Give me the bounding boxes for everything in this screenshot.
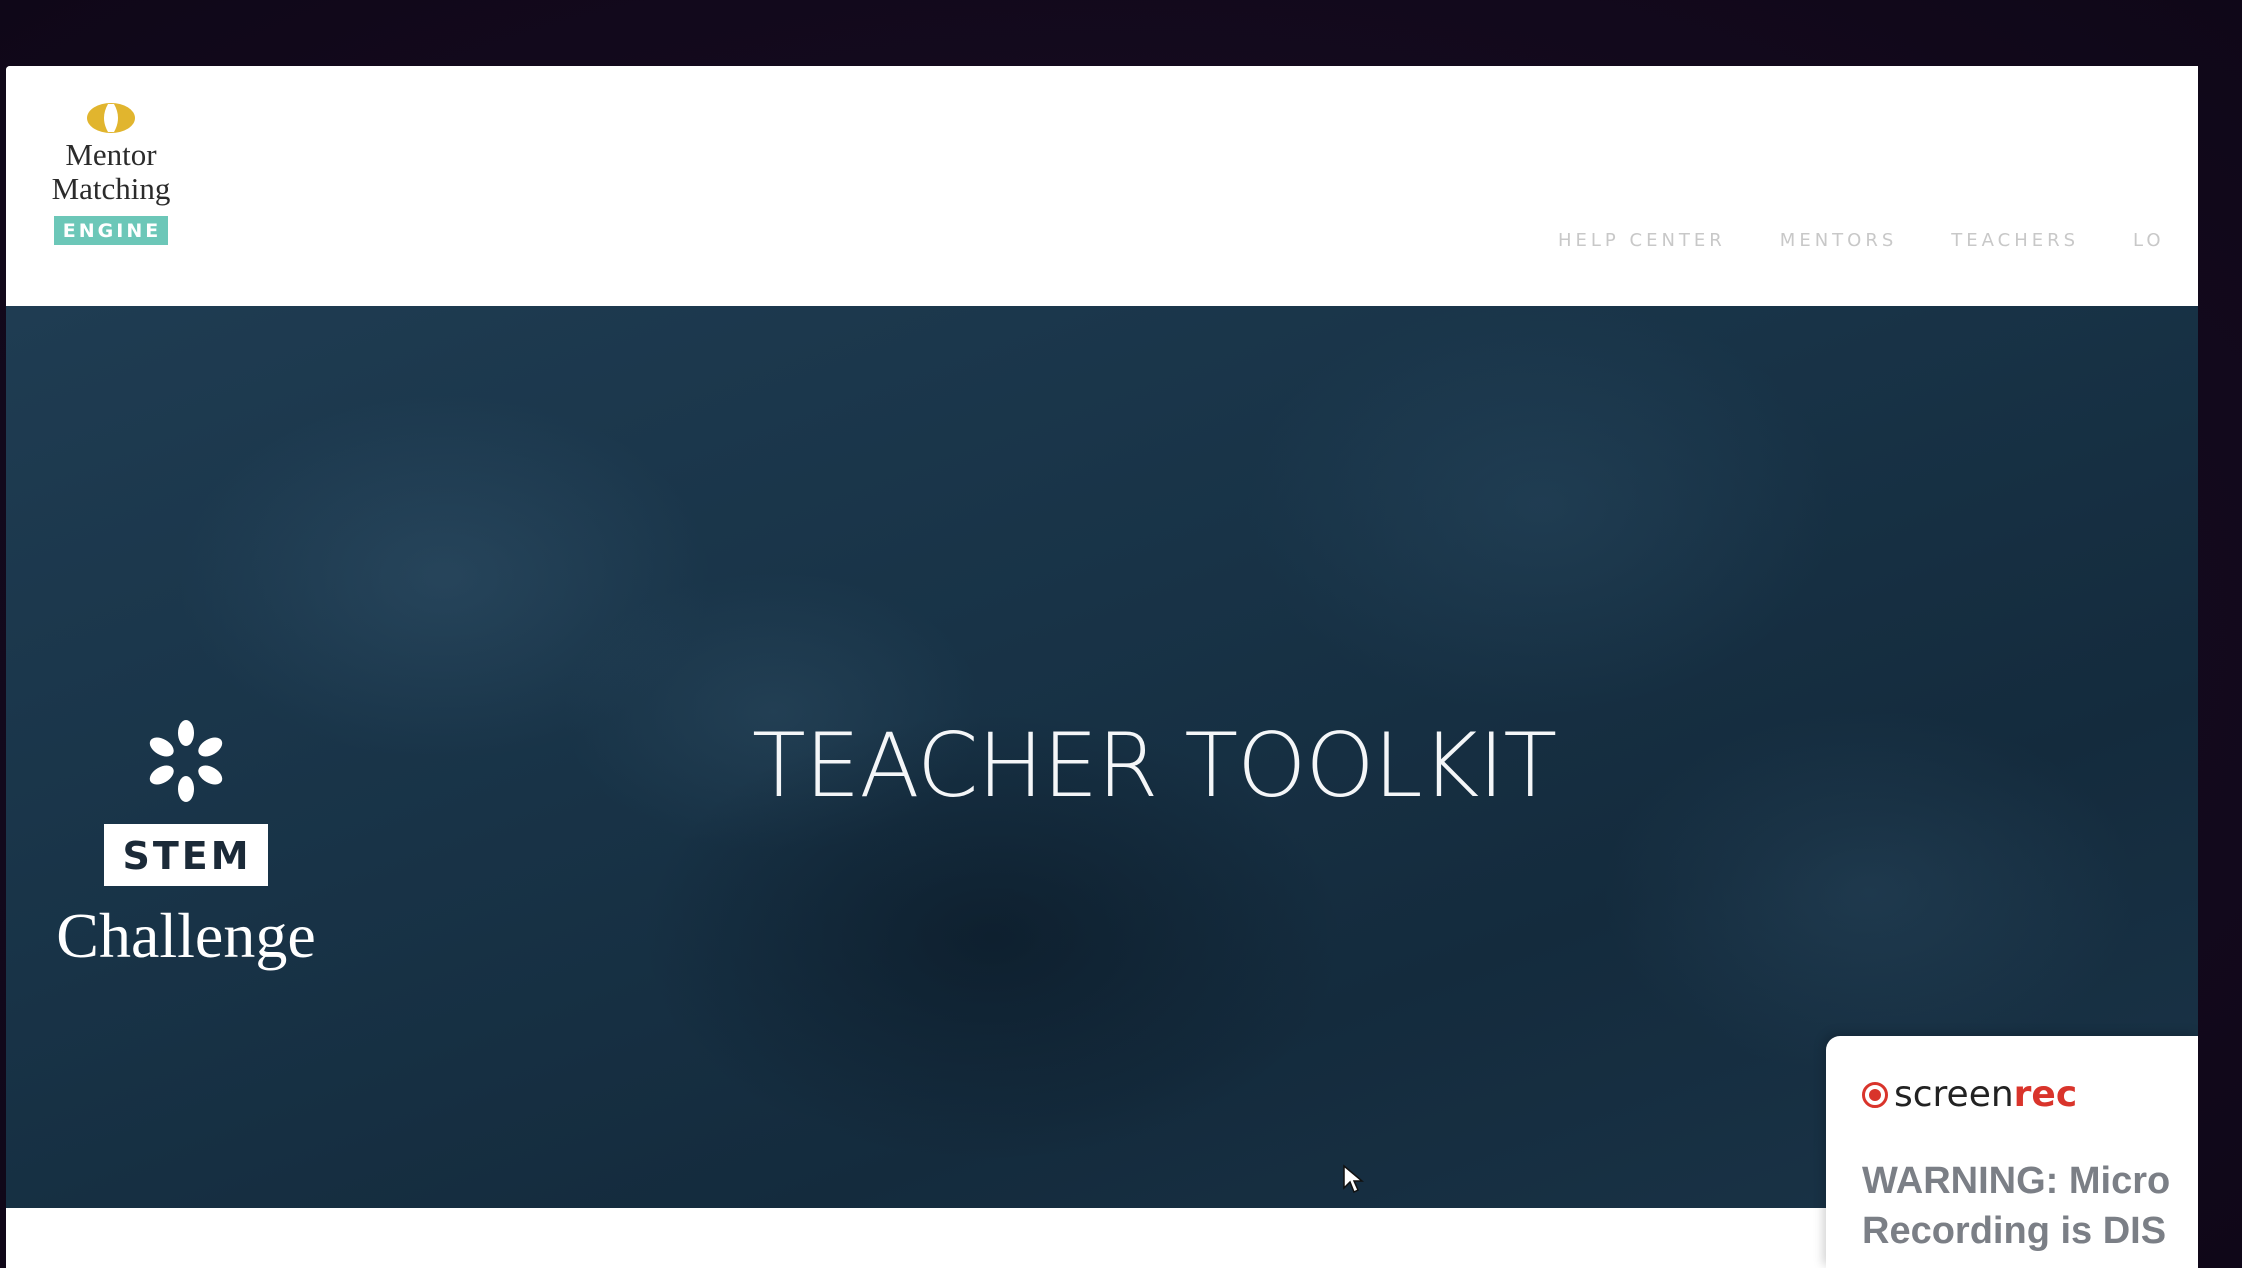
stem-subtitle: Challenge <box>56 900 316 971</box>
microphone-warning: WARNING: Micro Recording is DIS <box>1862 1156 2170 1256</box>
stem-challenge-logo: STEM Challenge <box>36 716 336 972</box>
stem-badge: STEM <box>104 824 268 886</box>
page-title: TEACHER TOOLKIT <box>752 714 1557 817</box>
logo-text-line2: Matching <box>51 171 171 206</box>
stem-asterisk-icon <box>149 720 223 802</box>
logo-mark-icon <box>87 103 135 133</box>
mentor-matching-logo[interactable]: Mentor Matching ENGINE <box>36 102 186 245</box>
warning-line2: Recording is DIS <box>1862 1210 2167 1252</box>
screenrec-brand-bold: rec <box>2013 1074 2078 1115</box>
nav-teachers[interactable]: TEACHERS <box>1951 230 2079 258</box>
warning-line1: WARNING: Micro <box>1862 1160 2171 1202</box>
browser-window: Mentor Matching ENGINE HELP CENTER MENTO… <box>6 66 2198 1268</box>
main-nav: HELP CENTER MENTORS TEACHERS LO <box>1558 230 2198 258</box>
mouse-cursor-icon <box>1343 1164 1364 1194</box>
screenrec-notification[interactable]: screenrec WARNING: Micro Recording is DI… <box>1826 1036 2198 1268</box>
record-icon <box>1862 1082 1888 1108</box>
screenrec-brand: screenrec <box>1862 1074 2077 1115</box>
nav-mentors[interactable]: MENTORS <box>1780 230 1897 258</box>
logo-badge: ENGINE <box>53 216 169 245</box>
logo-text-line1: Mentor <box>65 137 157 172</box>
screenrec-brand-light: screen <box>1894 1074 2014 1115</box>
nav-login[interactable]: LO <box>2133 230 2165 258</box>
nav-help-center[interactable]: HELP CENTER <box>1558 230 1726 258</box>
site-header: Mentor Matching ENGINE HELP CENTER MENTO… <box>6 66 2198 306</box>
desktop-background: Mentor Matching ENGINE HELP CENTER MENTO… <box>0 0 2242 1268</box>
